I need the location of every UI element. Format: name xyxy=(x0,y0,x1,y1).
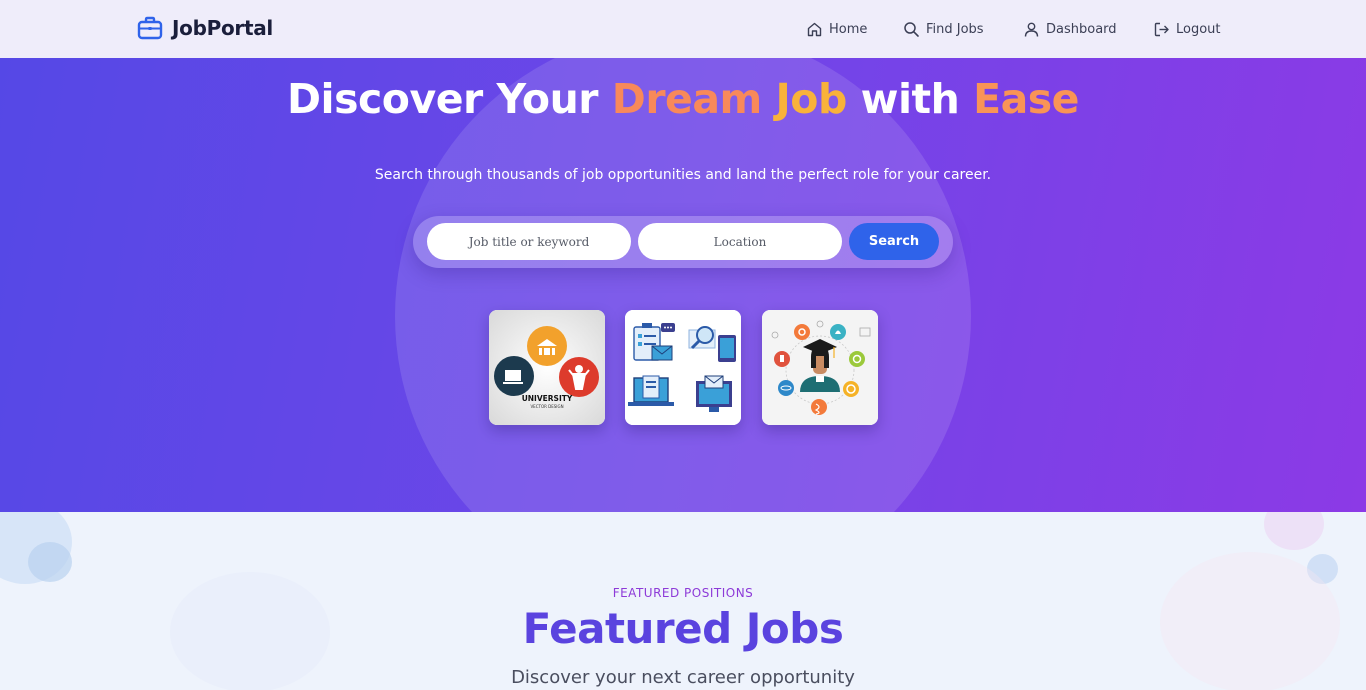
search-button[interactable]: Search xyxy=(849,223,939,260)
hero-section: Discover Your Dream Job with Ease Search… xyxy=(0,58,1366,512)
search-bar: Search xyxy=(413,216,953,268)
brand-name: JobPortal xyxy=(172,16,273,40)
featured-title: Featured Jobs xyxy=(522,604,844,653)
nav-dashboard-label: Dashboard xyxy=(1046,21,1117,37)
featured-section: FEATURED POSITIONS Featured Jobs Discove… xyxy=(0,512,1366,690)
featured-eyebrow: FEATURED POSITIONS xyxy=(612,586,754,600)
featured-subtitle: Discover your next career opportunity xyxy=(511,667,855,688)
nav-home-label: Home xyxy=(829,21,868,37)
navbar: JobPortal Home Find Jobs Dashboard Logou… xyxy=(0,0,1366,58)
nav-logout-label: Logout xyxy=(1176,21,1221,37)
nav-find-jobs[interactable]: Find Jobs xyxy=(903,18,984,40)
home-icon xyxy=(807,22,822,36)
nav-dashboard[interactable]: Dashboard xyxy=(1023,18,1117,40)
search-icon xyxy=(904,21,919,37)
hero-card-graduate xyxy=(762,310,878,425)
hero-title-highlight-job: Job xyxy=(775,75,848,123)
logout-icon xyxy=(1154,22,1169,36)
keyword-input[interactable] xyxy=(427,223,631,260)
hero-card-university: UNIVERSITY VECTOR DESIGN xyxy=(489,310,605,425)
card-university-caption: UNIVERSITY xyxy=(522,394,573,403)
graduate-science-illustration-icon xyxy=(762,310,878,425)
hero-card-office xyxy=(625,310,741,425)
hero-title-part2: with xyxy=(846,75,974,123)
office-communication-illustration-icon xyxy=(625,310,741,425)
hero-title-part1: Discover Your xyxy=(287,75,612,123)
hero-title: Discover Your Dream Job with Ease xyxy=(0,75,1366,123)
nav-logout[interactable]: Logout xyxy=(1153,18,1221,40)
nav-find-jobs-label: Find Jobs xyxy=(926,21,984,37)
university-illustration-icon: UNIVERSITY VECTOR DESIGN xyxy=(489,310,605,425)
hero-subtitle: Search through thousands of job opportun… xyxy=(374,167,992,183)
decorative-blob xyxy=(28,542,72,582)
brand-logo[interactable]: JobPortal xyxy=(137,13,273,43)
hero-decorative-circle xyxy=(395,58,971,512)
decorative-blob xyxy=(1264,512,1324,550)
location-input[interactable] xyxy=(638,223,842,260)
user-icon xyxy=(1024,22,1039,37)
briefcase-icon xyxy=(137,16,163,40)
hero-title-highlight-ease: Ease xyxy=(973,75,1079,123)
card-university-caption-sub: VECTOR DESIGN xyxy=(530,404,563,409)
hero-title-highlight-dream: Dream xyxy=(611,75,776,123)
nav-home[interactable]: Home xyxy=(806,18,867,40)
